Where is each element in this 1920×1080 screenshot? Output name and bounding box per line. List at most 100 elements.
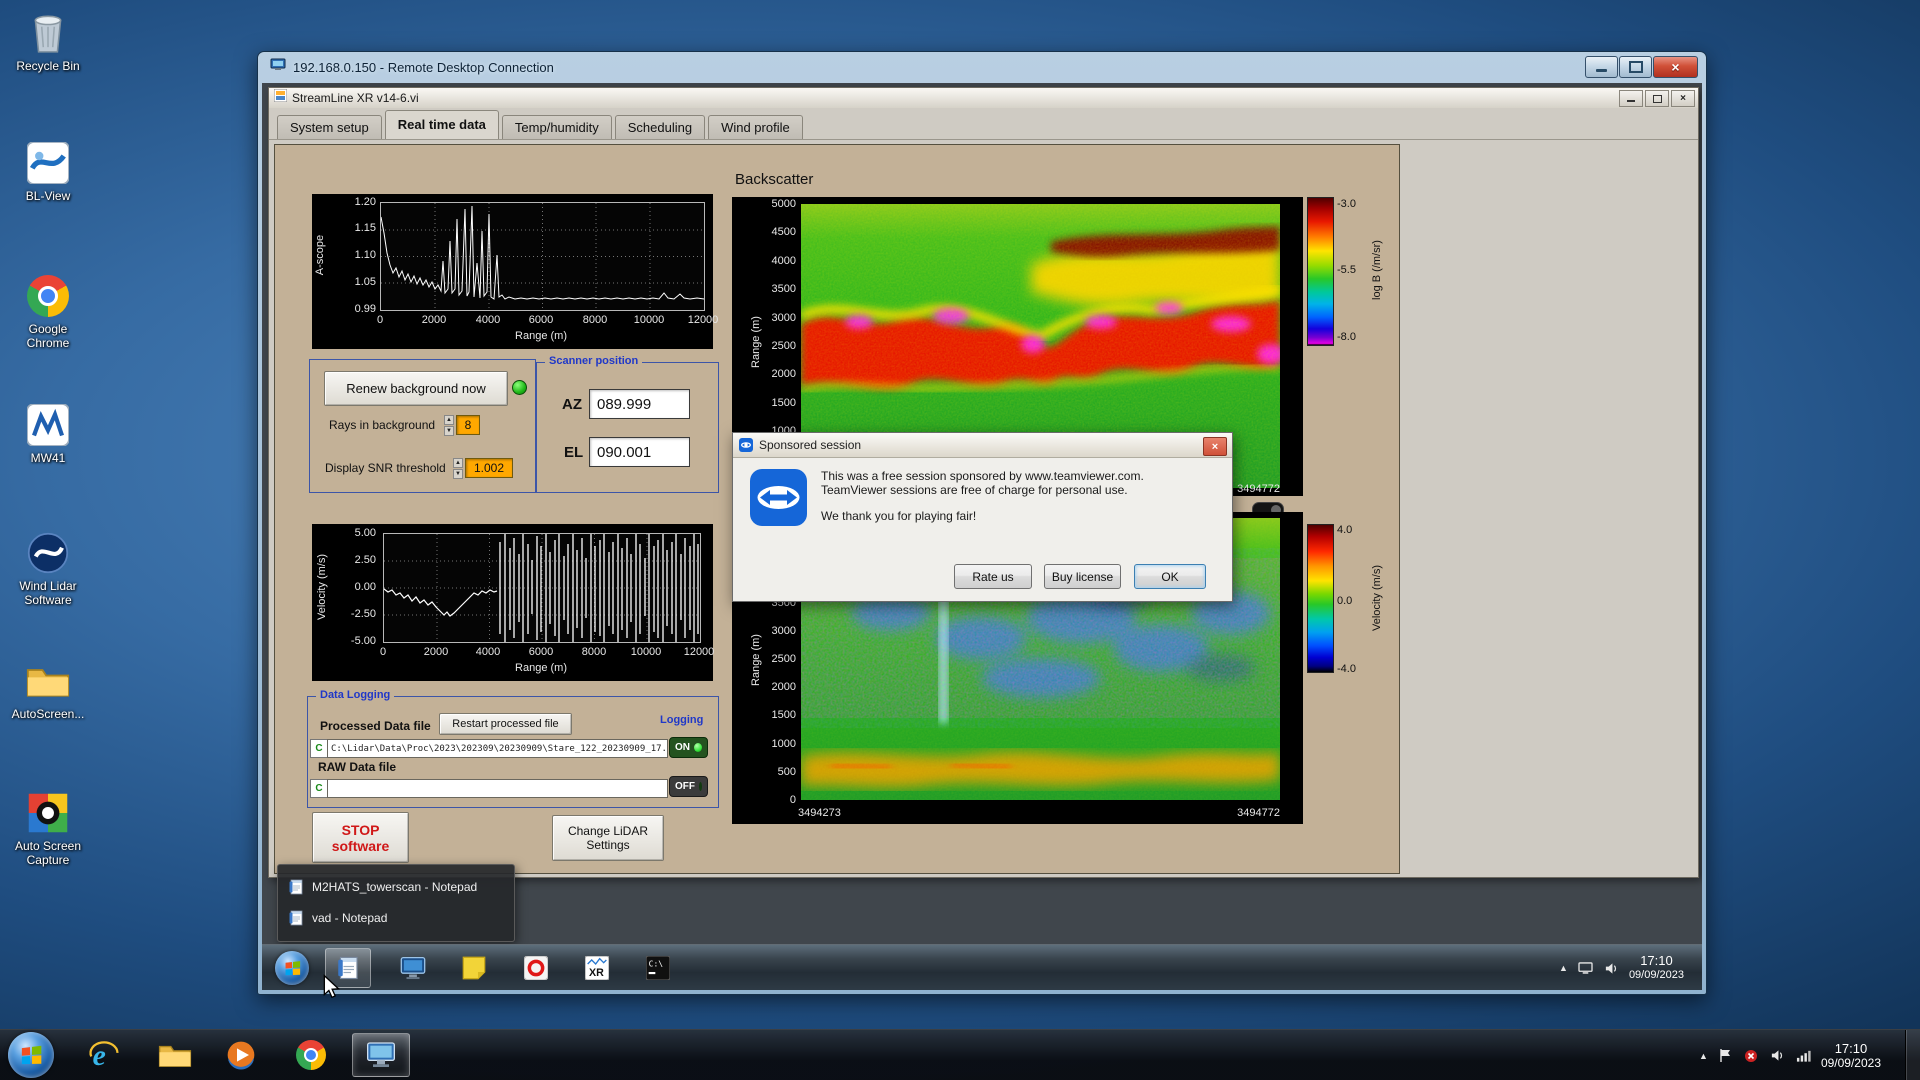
dialog-text-line1: This was a free session sponsored by www… <box>821 469 1144 483</box>
start-button[interactable] <box>8 1032 54 1078</box>
change-line2: Settings <box>586 838 630 852</box>
velocity-colorbar-label: Velocity (m/s) <box>1371 565 1383 632</box>
remote-start-button[interactable] <box>275 951 309 985</box>
taskbar-explorer[interactable] <box>149 1033 201 1077</box>
rays-stepper[interactable]: ▲ ▼ <box>444 415 454 436</box>
y-tick: 5000 <box>771 198 796 210</box>
remote-taskbar-terminal[interactable]: C:\ <box>635 948 681 988</box>
preview-item-m2hats[interactable]: M2HATS_towerscan - Notepad <box>278 871 514 902</box>
notepad-icon <box>338 956 358 980</box>
desktop-icon-google-chrome[interactable]: Google Chrome <box>6 273 90 350</box>
tab-real-time-data[interactable]: Real time data <box>384 110 499 139</box>
host-time: 17:10 <box>1834 1040 1868 1056</box>
velocity-xlabel: Range (m) <box>515 662 567 674</box>
minimize-button[interactable] <box>1585 56 1618 78</box>
processed-path-browse[interactable]: C <box>310 739 328 758</box>
rays-value[interactable]: 8 <box>456 415 480 435</box>
show-hidden-icons[interactable]: ▲ <box>1559 963 1568 973</box>
desktop-icon-label: AutoScreen... <box>11 707 85 721</box>
snr-value[interactable]: 1.002 <box>465 458 513 478</box>
taskbar-chrome[interactable] <box>285 1033 337 1077</box>
stop-software-button[interactable]: STOP software <box>312 812 409 863</box>
y-tick: 1.10 <box>354 249 376 261</box>
rays-label: Rays in background <box>329 418 436 432</box>
sponsored-session-dialog: Sponsored session × This was a free sess… <box>732 432 1233 602</box>
preview-item-vad[interactable]: vad - Notepad <box>278 902 514 933</box>
alert-badge-icon[interactable] <box>1743 1047 1760 1064</box>
raw-logging-toggle[interactable]: OFF <box>669 776 708 797</box>
ok-button[interactable]: OK <box>1134 564 1206 589</box>
desktop-icon-wind-lidar[interactable]: Wind Lidar Software <box>6 530 90 607</box>
svg-text:XR: XR <box>589 967 604 979</box>
y-tick: 2500 <box>771 340 796 352</box>
streamline-titlebar[interactable]: StreamLine XR v14-6.vi × <box>269 88 1698 109</box>
tab-temp-humidity[interactable]: Temp/humidity <box>501 115 612 139</box>
remote-taskbar-notepad[interactable] <box>325 948 371 988</box>
rate-us-button[interactable]: Rate us <box>954 564 1032 589</box>
y-tick: 0 <box>789 794 796 806</box>
remote-taskbar-xr-app[interactable]: XR <box>574 948 620 988</box>
dialog-close-button[interactable]: × <box>1203 437 1227 456</box>
remote-taskbar-system[interactable] <box>390 948 436 988</box>
dialog-text-line2: TeamViewer sessions are free of charge f… <box>821 483 1128 497</box>
desktop-icon-bl-view[interactable]: BL-View <box>6 140 90 203</box>
xr-icon: XR <box>585 956 609 980</box>
desktop-icon-mw41[interactable]: MW41 <box>6 402 90 465</box>
raw-path-field[interactable] <box>327 779 668 798</box>
raw-path-browse[interactable]: C <box>310 779 328 798</box>
remote-taskbar-power-app[interactable] <box>513 948 559 988</box>
ascope-xlabel: Range (m) <box>515 330 567 342</box>
restart-processed-file-button[interactable]: Restart processed file <box>439 713 572 735</box>
maximize-button[interactable] <box>1645 90 1669 107</box>
az-value[interactable]: 089.999 <box>589 389 690 419</box>
remote-taskbar-sticky-notes[interactable] <box>451 948 497 988</box>
maximize-button[interactable] <box>1619 56 1652 78</box>
maximize-icon <box>1628 61 1643 73</box>
el-value[interactable]: 090.001 <box>589 437 690 467</box>
tab-wind-profile[interactable]: Wind profile <box>708 115 803 139</box>
desktop: Recycle Bin BL-View Google Chrome MW41 W… <box>0 0 1920 1080</box>
folder-icon <box>158 1045 192 1067</box>
tab-scheduling[interactable]: Scheduling <box>614 115 706 139</box>
show-hidden-icons[interactable]: ▲ <box>1699 1051 1708 1061</box>
taskbar-media-player[interactable] <box>215 1033 267 1077</box>
close-button[interactable]: × <box>1653 56 1698 78</box>
colorbar-tick: -8.0 <box>1337 331 1356 343</box>
rdp-titlebar[interactable]: 192.168.0.150 - Remote Desktop Connectio… <box>258 52 1706 83</box>
close-button[interactable]: × <box>1671 90 1695 107</box>
action-center-flag-icon[interactable] <box>1717 1047 1734 1064</box>
tab-system-setup[interactable]: System setup <box>277 115 382 139</box>
show-desktop-button[interactable] <box>1905 1030 1920 1080</box>
data-logging-title: Data Logging <box>316 689 395 701</box>
x-tick: 6000 <box>528 646 554 658</box>
y-tick: 1000 <box>771 738 796 750</box>
remote-clock[interactable]: 17:10 09/09/2023 <box>1629 953 1684 983</box>
change-lidar-settings-button[interactable]: Change LiDAR Settings <box>552 815 664 861</box>
display-tray-icon[interactable] <box>1577 960 1594 977</box>
desktop-icon-auto-screen-capture[interactable]: Auto Screen Capture <box>6 790 90 867</box>
bl-view-icon <box>25 140 71 186</box>
network-tray-icon[interactable] <box>1795 1047 1812 1064</box>
remote-taskbar: XR C:\ ▲ 17:10 09/09/2023 <box>262 944 1702 990</box>
desktop-icon-autoscreen-folder[interactable]: AutoScreen... <box>6 658 90 721</box>
change-line1: Change LiDAR <box>567 824 649 838</box>
host-clock[interactable]: 17:10 09/09/2023 <box>1821 1041 1881 1071</box>
processed-logging-toggle[interactable]: ON <box>669 737 708 758</box>
y-tick: 2.50 <box>354 554 376 566</box>
snr-stepper[interactable]: ▲ ▼ <box>453 458 463 479</box>
volume-tray-icon[interactable] <box>1769 1047 1786 1064</box>
desktop-icon-recycle-bin[interactable]: Recycle Bin <box>6 10 90 73</box>
taskbar-remote-desktop[interactable] <box>352 1033 410 1077</box>
windows-flag-icon <box>21 1045 42 1064</box>
taskbar-internet-explorer[interactable]: e <box>78 1033 130 1077</box>
renew-background-button[interactable]: Renew background now <box>324 371 508 406</box>
velocity-ylabel: Velocity (m/s) <box>316 554 328 621</box>
buy-license-button[interactable]: Buy license <box>1044 564 1121 589</box>
minimize-button[interactable] <box>1619 90 1643 107</box>
close-icon: × <box>1680 93 1686 104</box>
dialog-titlebar[interactable]: Sponsored session × <box>733 433 1232 458</box>
processed-path-field[interactable]: C:\Lidar\Data\Proc\2023\202309\20230909\… <box>327 739 668 758</box>
volume-tray-icon[interactable] <box>1603 960 1620 977</box>
on-label: ON <box>675 742 690 753</box>
y-tick: 2000 <box>771 368 796 380</box>
